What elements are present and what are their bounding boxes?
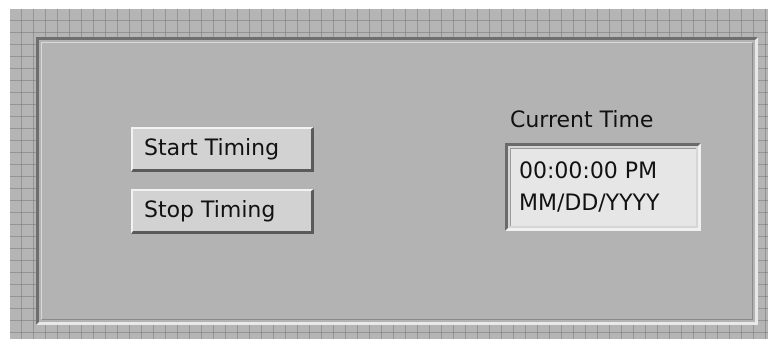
stop-timing-button[interactable]: Stop Timing [131, 189, 314, 234]
current-date-value: MM/DD/YYYY [519, 191, 660, 216]
current-time-indicator-face: 00:00:00 PM MM/DD/YYYY [510, 148, 696, 226]
current-time-label: Current Time [510, 108, 654, 133]
current-time-value: 00:00:00 PM [519, 159, 658, 184]
start-timing-button[interactable]: Start Timing [131, 127, 314, 172]
front-panel-background: Start Timing Stop Timing Current Time 00… [10, 9, 768, 339]
current-time-indicator: 00:00:00 PM MM/DD/YYYY [505, 143, 701, 231]
